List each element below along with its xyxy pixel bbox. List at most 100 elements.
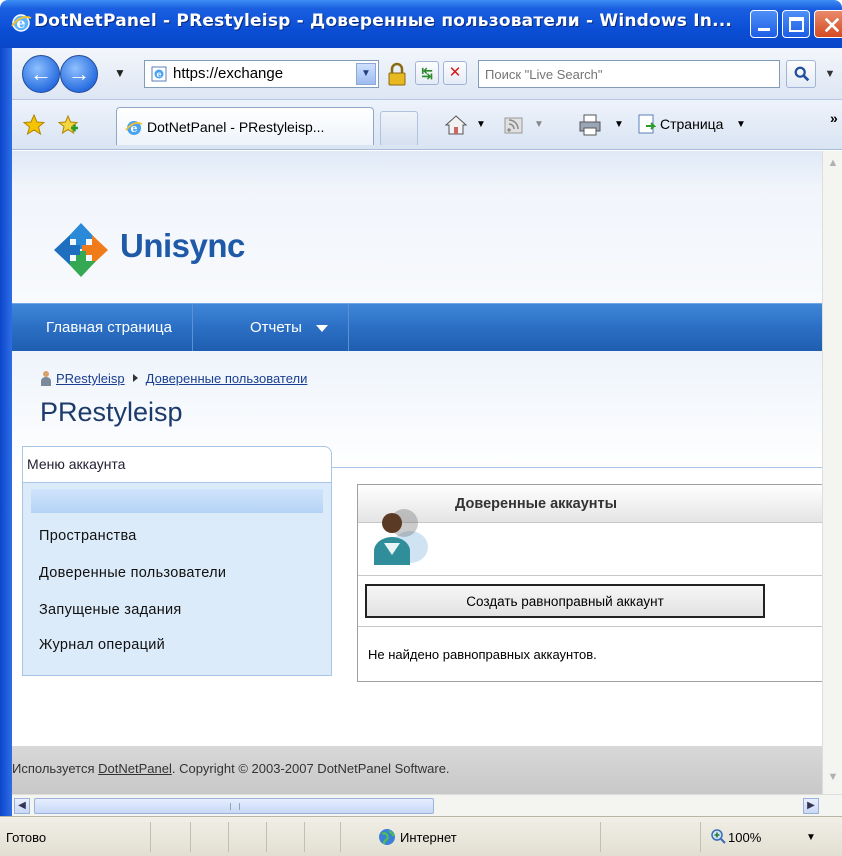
page-menu-label[interactable]: Страница	[660, 116, 723, 140]
page-icon: e	[151, 66, 167, 82]
arrow-right-icon: →	[68, 61, 90, 86]
breadcrumb-link-trusted-users[interactable]: Доверенные пользователи	[146, 371, 308, 386]
url-text[interactable]: https://exchange	[173, 65, 283, 82]
page-dropdown-icon[interactable]: ▼	[736, 119, 746, 143]
page-title: PRestyleisp	[40, 397, 183, 427]
vertical-scrollbar[interactable]: ▲ ▼	[822, 151, 842, 794]
search-dropdown-icon[interactable]: ▼	[820, 60, 840, 88]
status-divider	[266, 822, 267, 852]
scroll-down-icon[interactable]: ▼	[825, 771, 841, 787]
minimize-icon	[758, 28, 770, 31]
tab-divider	[330, 467, 822, 468]
home-dropdown-icon[interactable]: ▼	[476, 119, 486, 143]
minimize-button[interactable]	[750, 10, 778, 38]
status-divider	[340, 822, 341, 852]
back-button[interactable]: ←	[22, 55, 60, 93]
sidebar-item-spaces[interactable]: Пространства	[39, 528, 137, 544]
status-divider	[600, 822, 601, 852]
internet-zone-icon	[379, 829, 395, 845]
feed-dropdown-icon[interactable]: ▼	[534, 119, 544, 143]
status-divider	[700, 822, 701, 852]
history-dropdown-icon[interactable]: ▼	[114, 66, 126, 80]
footer-text: Используется DotNetPanel. Copyright © 20…	[12, 761, 450, 776]
svg-text:e: e	[156, 69, 161, 79]
security-zone-text[interactable]: Интернет	[400, 830, 457, 845]
address-bar[interactable]: e https://exchange ▼	[144, 60, 379, 88]
close-button[interactable]	[814, 10, 842, 38]
ie-tab-icon: e	[125, 121, 143, 135]
status-text: Готово	[6, 830, 47, 845]
account-menu-body: Пространства Доверенные пользователи Зап…	[22, 482, 332, 676]
window-title: DotNetPanel - PRestyleisp - Доверенные п…	[34, 11, 733, 31]
empty-message: Не найдено равноправных аккаунтов.	[368, 647, 597, 662]
unisync-logo-icon	[54, 223, 108, 277]
status-divider	[304, 822, 305, 852]
breadcrumb-link-account[interactable]: PRestyleisp	[56, 371, 125, 386]
sidebar-item-audit-log[interactable]: Журнал операций	[39, 637, 165, 653]
create-peer-account-button[interactable]: Создать равноправный аккаунт	[365, 584, 765, 618]
status-bar: Готово Интернет 100% ▼	[0, 816, 842, 856]
menu-item-home[interactable]: Главная страница	[26, 304, 193, 352]
refresh-button[interactable]: ↹	[415, 61, 439, 85]
account-menu-strip	[31, 489, 323, 513]
zoom-level[interactable]: 100%	[728, 830, 761, 845]
menu-reports-label: Отчеты	[250, 319, 302, 336]
main-menu: Главная страница Отчеты	[12, 303, 822, 352]
status-divider	[190, 822, 191, 852]
scroll-right-icon[interactable]: ▶	[803, 798, 819, 814]
trusted-accounts-panel: Доверенные аккаунты Создать равноправный…	[357, 484, 822, 682]
close-icon	[824, 17, 840, 33]
refresh-icon: ↹	[421, 65, 433, 81]
maximize-button[interactable]	[782, 10, 810, 38]
stop-icon: ✕	[448, 64, 462, 81]
panel-divider	[358, 626, 822, 627]
breadcrumb-arrow-icon	[132, 374, 138, 382]
horizontal-scrollbar[interactable]: ◀ ▶	[12, 794, 842, 816]
forward-button[interactable]: →	[60, 55, 98, 93]
tab-dotnetpanel[interactable]: e DotNetPanel - PRestyleisp...	[116, 107, 374, 145]
search-button[interactable]	[786, 60, 816, 88]
toolbar-overflow-icon[interactable]: »	[830, 110, 838, 134]
arrow-left-icon: ←	[30, 61, 52, 86]
zoom-icon[interactable]	[710, 828, 726, 844]
search-input[interactable]	[485, 62, 775, 86]
site-header: Unisync	[12, 151, 822, 303]
tab-toolbar: e DotNetPanel - PRestyleisp... ▼ ▼ ▼ Стр…	[0, 100, 842, 150]
feed-icon[interactable]	[504, 113, 524, 137]
scroll-left-icon[interactable]: ◀	[14, 798, 30, 814]
new-tab-button[interactable]	[380, 111, 418, 145]
account-menu-title: Меню аккаунта	[27, 456, 126, 472]
stop-button[interactable]: ✕	[443, 61, 467, 85]
user-icon	[41, 371, 51, 386]
magnifier-icon	[794, 66, 810, 82]
print-dropdown-icon[interactable]: ▼	[614, 119, 624, 143]
menu-item-reports[interactable]: Отчеты	[230, 304, 350, 352]
maximize-icon	[789, 17, 804, 32]
favorites-star-icon[interactable]	[22, 113, 46, 137]
grip-icon	[230, 803, 240, 810]
account-menu-header: Меню аккаунта	[22, 446, 332, 482]
zoom-dropdown-icon[interactable]: ▼	[806, 832, 816, 843]
users-avatar-icon	[374, 509, 428, 565]
search-box[interactable]	[478, 60, 780, 88]
chevron-down-icon	[316, 324, 329, 332]
lock-icon[interactable]	[386, 62, 408, 86]
page-menu-icon[interactable]	[638, 113, 656, 137]
home-icon[interactable]	[444, 113, 468, 137]
footer-link-dotnetpanel[interactable]: DotNetPanel	[98, 761, 172, 776]
add-favorite-icon[interactable]	[56, 113, 80, 137]
site-footer: Используется DotNetPanel. Copyright © 20…	[12, 746, 822, 794]
scroll-thumb[interactable]	[34, 798, 434, 814]
ie-logo-icon: e	[11, 14, 32, 32]
breadcrumb: PRestyleisp Доверенные пользователи	[40, 370, 307, 386]
scroll-up-icon[interactable]: ▲	[825, 157, 841, 173]
status-divider	[228, 822, 229, 852]
sidebar-item-trusted-users[interactable]: Доверенные пользователи	[39, 565, 226, 581]
print-icon[interactable]	[578, 113, 602, 137]
menu-home-label: Главная страница	[46, 319, 172, 336]
panel-title: Доверенные аккаунты	[455, 496, 618, 512]
account-menu: Меню аккаунта Пространства Доверенные по…	[22, 446, 332, 676]
tab-label: DotNetPanel - PRestyleisp...	[147, 119, 325, 135]
address-dropdown-icon[interactable]: ▼	[356, 63, 376, 85]
sidebar-item-running-tasks[interactable]: Запущеные задания	[39, 602, 182, 618]
